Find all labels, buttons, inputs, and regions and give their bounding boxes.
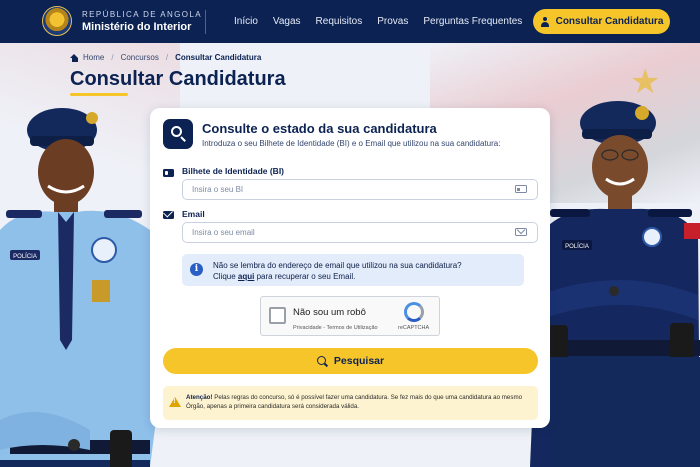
recaptcha-privacy-links[interactable]: Privacidade - Termos de Utilização (293, 325, 378, 331)
top-navbar: REPÚBLICA DE ANGOLA Ministério do Interi… (0, 0, 700, 43)
nav-requisitos[interactable]: Requisitos (316, 16, 363, 27)
user-icon (540, 16, 550, 27)
header-divider (205, 10, 206, 34)
info-text: Não se lembra do endereço de email que u… (213, 260, 462, 282)
breadcrumb-separator: / (165, 53, 169, 62)
main-nav: Início Vagas Requisitos Provas Perguntas… (234, 0, 537, 43)
breadcrumb: Home / Concursos / Consultar Candidatura (70, 53, 261, 62)
email-input[interactable] (182, 222, 538, 243)
recaptcha-label: Não sou um robô (293, 307, 366, 318)
alert-text: Atenção! Pelas regras do concurso, só é … (186, 393, 533, 411)
search-button[interactable]: Pesquisar (163, 348, 538, 374)
card-title: Consulte o estado da sua candidatura (202, 121, 437, 136)
emblem-icon (42, 6, 72, 36)
nav-provas[interactable]: Provas (377, 16, 408, 27)
breadcrumb-home[interactable]: Home (83, 53, 104, 62)
search-icon (163, 119, 193, 149)
email-recovery-info: i Não se lembra do endereço de email que… (182, 254, 524, 286)
right-badge-text: POLÍCIA (565, 243, 589, 250)
search-icon (316, 355, 328, 367)
consult-candidacy-button[interactable]: Consultar Candidatura (533, 9, 670, 34)
mail-icon (163, 211, 174, 219)
id-card-icon (515, 185, 527, 193)
id-card-icon (163, 169, 174, 177)
info-rest: para recuperar o seu Email. (256, 272, 356, 281)
recaptcha-widget: Não sou um robô Privacidade - Termos de … (260, 296, 440, 336)
title-underline (70, 93, 128, 96)
alert-body: Pelas regras do concurso, só é possível … (186, 394, 523, 410)
breadcrumb-current: Consultar Candidatura (175, 53, 262, 62)
info-icon: i (190, 263, 203, 276)
brand[interactable]: REPÚBLICA DE ANGOLA Ministério do Interi… (82, 10, 202, 33)
info-line1: Não se lembra do endereço de email que u… (213, 261, 462, 270)
recover-email-link[interactable]: aqui (238, 272, 254, 281)
cta-label: Consultar Candidatura (555, 16, 664, 27)
nav-faq[interactable]: Perguntas Frequentes (423, 16, 522, 27)
home-icon (70, 53, 79, 62)
recaptcha-icon (404, 302, 424, 322)
page-title: Consultar Candidatura (70, 68, 286, 90)
brand-ministry: Ministério do Interior (82, 21, 192, 33)
nav-vagas[interactable]: Vagas (273, 16, 301, 27)
consult-form-card: Consulte o estado da sua candidatura Int… (150, 108, 550, 428)
breadcrumb-concursos[interactable]: Concursos (121, 53, 159, 62)
recaptcha-checkbox[interactable] (269, 307, 286, 324)
info-click: Clique (213, 272, 236, 281)
warning-alert: ! Atenção! Pelas regras do concurso, só … (163, 386, 538, 420)
bi-input[interactable] (182, 179, 538, 200)
nav-inicio[interactable]: Início (234, 16, 258, 27)
brand-country: REPÚBLICA DE ANGOLA (82, 10, 202, 19)
search-button-label: Pesquisar (333, 355, 385, 367)
left-badge-text: POLÍCIA (13, 253, 37, 260)
breadcrumb-separator: / (111, 53, 114, 62)
recaptcha-brand: reCAPTCHA (398, 325, 430, 331)
card-subtitle: Introduza o seu Bilhete de Identidade (B… (202, 139, 501, 148)
alert-title: Atenção! (186, 394, 213, 401)
email-label: Email (182, 209, 205, 219)
bi-label: Bilhete de Identidade (BI) (182, 166, 285, 176)
female-police-officer-image: POLÍCIA (530, 95, 700, 467)
envelope-icon (515, 228, 527, 236)
male-police-officer-image: POLÍCIA (0, 100, 170, 467)
